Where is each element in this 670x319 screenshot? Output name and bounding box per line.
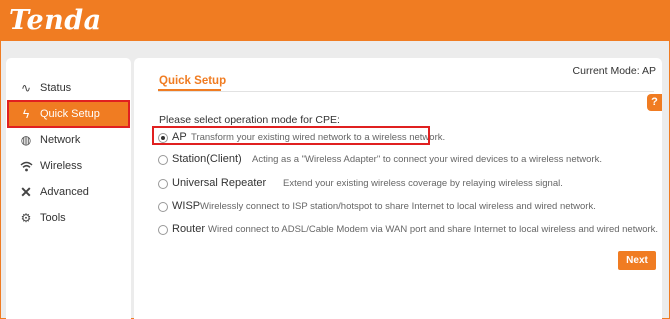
radio-button[interactable] bbox=[158, 202, 168, 212]
sidebar-item-label: Wireless bbox=[40, 160, 83, 172]
tenda-logo: Tenda bbox=[9, 5, 102, 36]
header-bar: Tenda bbox=[1, 1, 669, 41]
sidebar-item-wireless[interactable]: Wireless bbox=[8, 153, 129, 179]
ap-option-highlight bbox=[152, 126, 430, 145]
sidebar-item-label: Advanced bbox=[40, 186, 89, 198]
main-panel: Current Mode: AP Quick Setup ? Please se… bbox=[134, 58, 662, 319]
radio-button[interactable] bbox=[158, 225, 168, 235]
mode-name: WISP bbox=[172, 200, 201, 212]
mode-description: Extend your existing wireless coverage b… bbox=[283, 178, 563, 189]
sidebar-item-label: Status bbox=[40, 82, 72, 94]
sidebar-item-tools[interactable]: ⚙ Tools bbox=[8, 205, 129, 231]
mode-description: Acting as a "Wireless Adapter" to connec… bbox=[252, 154, 602, 165]
gears-icon: ⚙ bbox=[20, 211, 32, 225]
lightning-icon: ϟ bbox=[22, 107, 30, 121]
mode-description: Wired connect to ADSL/Cable Modem via WA… bbox=[208, 224, 659, 235]
mode-name: Router bbox=[172, 223, 206, 235]
sidebar-item-quick-setup[interactable]: ϟ Quick Setup bbox=[7, 100, 130, 128]
sidebar-item-label: Quick Setup bbox=[40, 108, 100, 120]
tools-icon: ✕ bbox=[20, 184, 32, 200]
sidebar-item-network[interactable]: ◍ Network bbox=[8, 127, 129, 153]
title-divider bbox=[158, 91, 654, 92]
sidebar-item-label: Tools bbox=[40, 212, 66, 224]
sidebar-item-advanced[interactable]: ✕ Advanced bbox=[8, 179, 129, 205]
mode-description: Wirelessly connect to ISP station/hotspo… bbox=[200, 201, 596, 212]
radio-button[interactable] bbox=[158, 179, 168, 189]
sidebar-item-label: Network bbox=[40, 134, 81, 146]
pulse-icon: ∿ bbox=[20, 81, 32, 95]
globe-icon: ◍ bbox=[20, 133, 32, 147]
mode-prompt: Please select operation mode for CPE: bbox=[159, 114, 340, 126]
sidebar: ∿ Status ϟ Quick Setup ◍ Network Wireles… bbox=[6, 58, 131, 319]
mode-name: Universal Repeater bbox=[172, 177, 267, 189]
help-button[interactable]: ? bbox=[647, 94, 662, 111]
sidebar-item-status[interactable]: ∿ Status bbox=[8, 75, 129, 101]
radio-button[interactable] bbox=[158, 155, 168, 165]
mode-name: Station(Client) bbox=[172, 153, 242, 165]
current-mode-label: Current Mode: AP bbox=[572, 65, 656, 77]
page-title: Quick Setup bbox=[159, 75, 227, 87]
wifi-icon bbox=[18, 153, 34, 179]
next-button[interactable]: Next bbox=[618, 251, 656, 270]
